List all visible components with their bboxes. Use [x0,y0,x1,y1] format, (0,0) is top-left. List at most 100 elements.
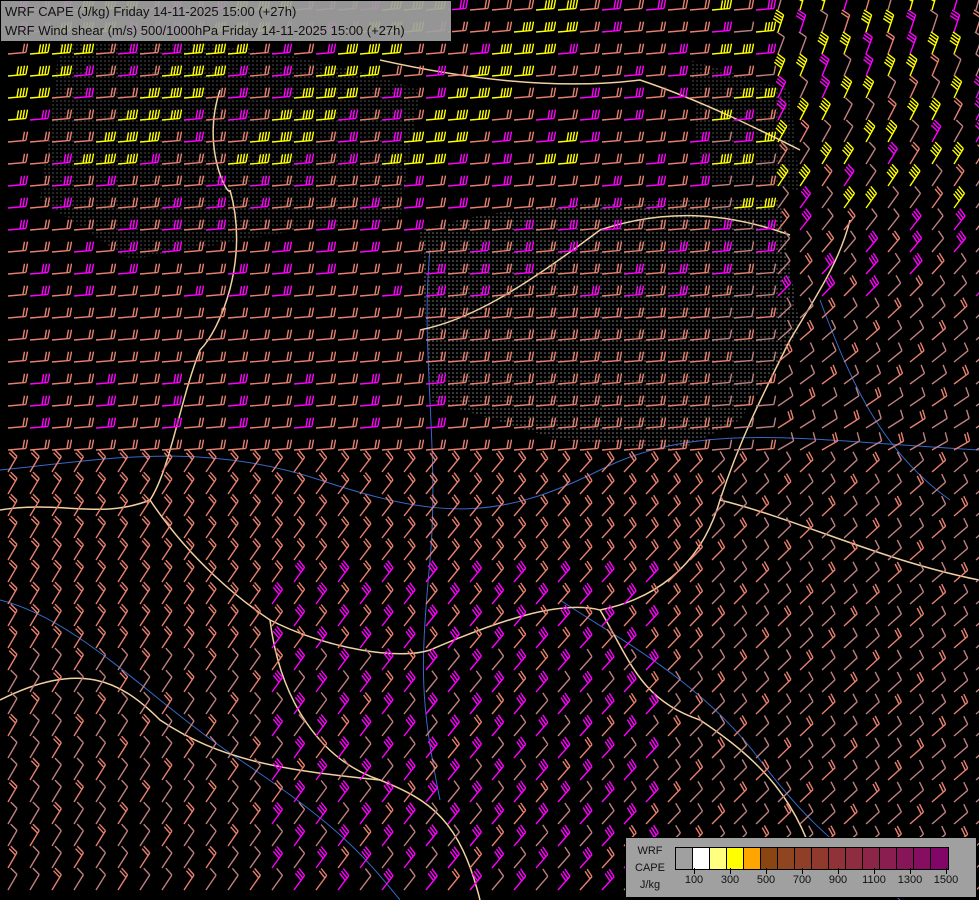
wind-barb [843,605,858,627]
wind-barb [469,131,491,143]
wind-barb [953,230,967,253]
wind-barb-stroke [667,131,689,143]
wind-barb-stroke [645,670,659,693]
wind-barb [841,141,854,165]
wind-barb [227,625,239,649]
wind-barb-stroke [623,780,637,803]
wind-barb-stroke [29,373,51,385]
wind-barb [623,604,637,627]
wind-barb [161,537,173,561]
wind-barb-stroke [931,364,948,385]
wind-barb [865,583,880,605]
wind-barb [293,845,306,869]
wind-barb [205,285,227,297]
wind-barb-stroke [535,692,549,715]
wind-barb [887,495,903,517]
wind-barb-stroke [51,351,73,363]
wind-barb [839,31,851,55]
wind-barb-stroke [819,75,831,99]
wind-barb-stroke [293,417,315,429]
wind-barb-stroke [931,539,947,561]
wind-barb [557,450,571,473]
wind-barb [557,0,579,11]
wind-barb-stroke [887,75,897,99]
wind-barb [909,759,925,781]
wind-barb [799,605,814,627]
wind-barb [557,868,571,891]
wind-barb-stroke [359,43,381,55]
wind-barb [337,285,359,297]
wind-barb [227,351,249,363]
wind-barb-stroke [887,671,903,693]
wind-barb [249,439,271,451]
wind-barb-stroke [909,605,925,627]
wind-barb [579,802,593,825]
wind-barb [645,472,659,495]
wind-barb [293,417,315,429]
wind-barb [821,342,837,363]
wind-barb [799,141,810,165]
wind-barb [337,263,359,275]
wind-barb-stroke [557,560,571,583]
wind-barb-stroke [601,868,615,891]
wind-barb-stroke [905,9,917,33]
wind-barb [821,275,836,297]
wind-barb-stroke [249,845,261,869]
wind-barb [315,43,337,55]
wind-barb-stroke [425,780,438,803]
wind-barb [117,713,129,737]
wind-barb [953,473,969,495]
wind-barb-stroke [491,109,513,121]
wind-barb-stroke [337,307,359,319]
wind-barb-stroke [293,603,306,627]
wind-barb [293,647,306,671]
wind-barb-stroke [799,409,816,429]
wind-barb [95,537,107,561]
wind-barb-stroke [205,417,227,429]
wind-barb [51,515,62,539]
wind-barb-stroke [29,263,51,275]
wind-barb [161,647,173,671]
wind-barb [139,581,151,605]
wind-barb [799,693,814,715]
wind-barb [777,759,792,781]
wind-barb-stroke [579,714,593,737]
wind-barb [557,131,579,143]
wind-barb [359,780,372,803]
wind-barb-stroke [227,647,239,671]
wind-barb [447,109,469,121]
wind-barb-stroke [579,450,593,473]
wind-barb-stroke [7,823,18,847]
wind-barb-stroke [249,801,261,825]
wind-barb [579,780,593,803]
wind-barb [95,691,107,715]
wind-barb-stroke [623,153,645,165]
wind-barb [51,823,62,847]
wind-barb [843,693,858,715]
wind-barb [557,714,571,737]
wind-barb [840,9,851,33]
wind-barb-stroke [909,803,925,825]
wind-barb [535,802,549,825]
wind-barb [161,845,173,869]
wind-barb [7,395,29,407]
wind-barb [293,823,306,847]
wind-barb [29,43,51,55]
wind-barb [689,583,704,605]
wind-barb-stroke [447,417,469,429]
wind-barb-stroke [667,626,681,649]
wind-barb [117,823,129,847]
wind-barb-stroke [931,319,947,341]
wind-barb [491,43,513,55]
wind-barb-stroke [579,65,601,77]
wind-barb-stroke [645,758,659,781]
wind-barb [161,285,183,297]
wind-barb-stroke [359,714,372,737]
wind-barb [117,537,129,561]
wind-barb-stroke [73,801,84,825]
wind-barb [623,736,637,759]
wind-barb-stroke [7,263,29,275]
wind-barb-stroke [271,307,293,319]
wind-barb [7,735,18,759]
wind-barb [974,119,979,143]
